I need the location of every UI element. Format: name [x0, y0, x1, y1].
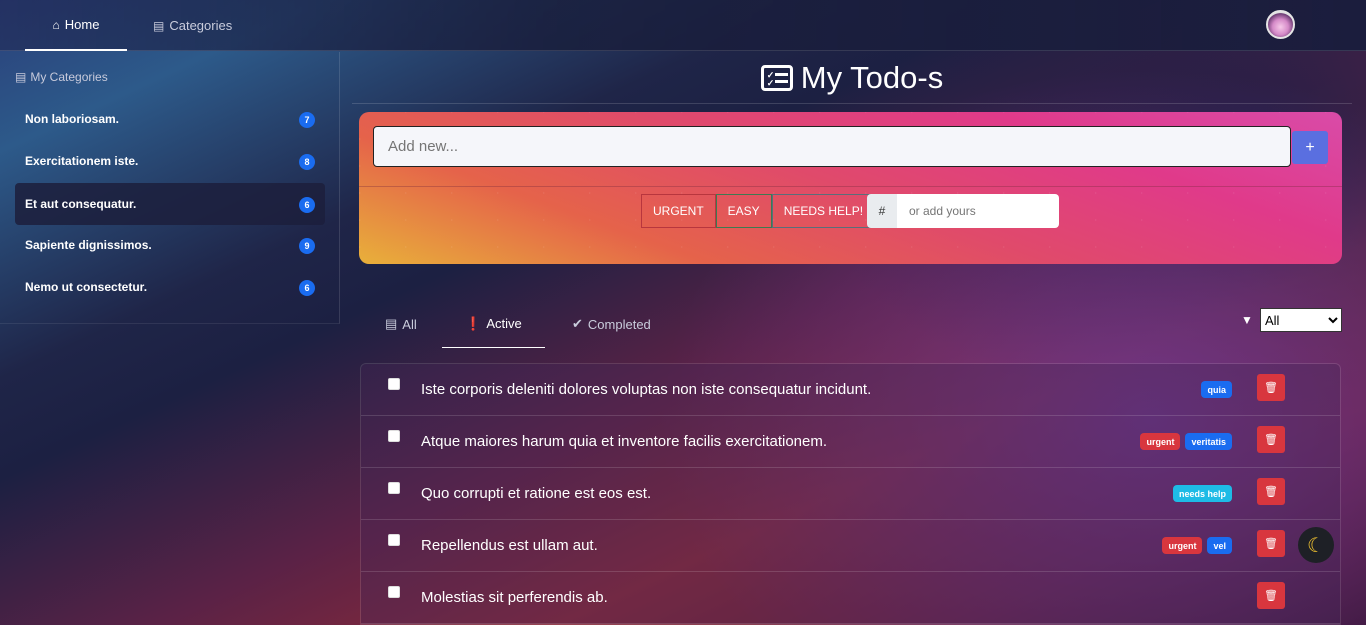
add-todo-input[interactable]: [373, 126, 1291, 167]
count-badge: 9: [299, 238, 315, 254]
count-badge: 8: [299, 154, 315, 170]
exclamation-circle-icon: ❗: [465, 315, 482, 331]
tag-badge: veritatis: [1185, 433, 1232, 450]
sidebar: ▤ My Categories Non laboriosam. 7 Exerci…: [0, 52, 340, 324]
tab-active[interactable]: ❗ Active: [442, 300, 545, 348]
sidebar-item-label: Sapiente dignissimos.: [25, 238, 152, 252]
sidebar-item-label: Exercitationem iste.: [25, 154, 139, 168]
filter-icon: ▼: [1241, 313, 1253, 327]
todo-tags: needs help: [1172, 485, 1232, 502]
tab-completed[interactable]: ✔ Completed: [572, 300, 651, 348]
tab-all[interactable]: ▤ All: [385, 300, 417, 348]
sidebar-item-category[interactable]: Non laboriosam. 7: [15, 98, 325, 140]
sidebar-item-category[interactable]: Sapiente dignissimos. 9: [15, 224, 325, 266]
todo-checkbox[interactable]: [388, 378, 400, 390]
todo-checkbox[interactable]: [388, 586, 400, 598]
nav-categories-label: Categories: [169, 18, 233, 33]
sidebar-item-category-active[interactable]: Et aut consequatur. 6: [15, 183, 325, 225]
todo-tags: urgent vel: [1162, 537, 1232, 554]
count-badge: 6: [299, 280, 315, 296]
todo-checkbox[interactable]: [388, 534, 400, 546]
trash-icon: 🗑: [1264, 538, 1278, 550]
checklist-icon: ✓ ✓: [760, 64, 793, 91]
delete-button[interactable]: 🗑: [1257, 426, 1285, 453]
sidebar-title: ▤ My Categories: [15, 70, 108, 84]
avatar[interactable]: [1266, 10, 1295, 39]
check-circle-icon: ✔: [572, 316, 583, 331]
list-icon: ▤: [15, 70, 27, 84]
todo-text: Atque maiores harum quia et inventore fa…: [421, 433, 828, 450]
todo-list: Iste corporis deleniti dolores voluptas …: [360, 363, 1341, 625]
todo-checkbox[interactable]: [388, 482, 400, 494]
trash-icon: 🗑: [1264, 590, 1278, 602]
todo-item: Molestias sit perferendis ab. 🗑: [361, 572, 1340, 624]
count-badge: 7: [299, 112, 315, 128]
tag-badge: urgent: [1162, 537, 1203, 554]
theme-toggle-button[interactable]: ☾: [1298, 527, 1334, 563]
todo-item: Repellendus est ullam aut. urgent vel 🗑: [361, 520, 1340, 572]
home-icon: ⌂: [52, 17, 60, 32]
delete-button[interactable]: 🗑: [1257, 478, 1285, 505]
todo-text: Molestias sit perferendis ab.: [421, 589, 608, 606]
todo-item: Quo corrupti et ratione est eos est. nee…: [361, 468, 1340, 520]
filter-select[interactable]: All: [1260, 308, 1342, 332]
add-todo-button[interactable]: +: [1292, 131, 1328, 164]
top-navbar: ⌂ Home ▤ Categories: [0, 0, 1366, 51]
sidebar-item-label: Et aut consequatur.: [25, 197, 137, 211]
trash-icon: 🗑: [1264, 434, 1278, 446]
tag-easy-button[interactable]: EASY: [715, 194, 772, 228]
tab-completed-label: Completed: [587, 316, 651, 332]
trash-icon: 🗑: [1264, 382, 1278, 394]
page-title-text: My Todo-s: [800, 59, 944, 95]
hash-prefix: #: [867, 194, 897, 228]
tab-all-label: All: [402, 316, 417, 332]
tag-badge: quia: [1201, 381, 1232, 398]
tag-urgent-button[interactable]: URGENT: [641, 194, 716, 228]
sidebar-title-label: My Categories: [30, 70, 108, 84]
tag-badge: needs help: [1172, 485, 1232, 502]
delete-button[interactable]: 🗑: [1257, 530, 1285, 557]
todo-text: Iste corporis deleniti dolores voluptas …: [421, 381, 872, 398]
delete-button[interactable]: 🗑: [1257, 374, 1285, 401]
tag-needs-help-button[interactable]: NEEDS HELP!: [771, 194, 876, 228]
todo-tags: urgent veritatis: [1140, 433, 1232, 450]
tag-button-group: URGENT EASY NEEDS HELP!: [641, 194, 876, 228]
todo-checkbox[interactable]: [388, 430, 400, 442]
sidebar-item-label: Non laboriosam.: [25, 112, 120, 126]
todo-item: Atque maiores harum quia et inventore fa…: [361, 416, 1340, 468]
nav-home-label: Home: [64, 17, 100, 32]
delete-button[interactable]: 🗑: [1257, 582, 1285, 609]
list-icon: ▤: [385, 316, 398, 331]
todo-tags: quia: [1201, 381, 1232, 398]
list-icon: ▤: [153, 18, 165, 33]
page-title: ✓ ✓ My Todo-s: [352, 52, 1352, 104]
tag-badge: vel: [1207, 537, 1232, 554]
tab-active-label: Active: [486, 316, 522, 331]
custom-tag-input[interactable]: [897, 194, 1059, 228]
nav-categories-link[interactable]: ▤ Categories: [153, 0, 232, 51]
moon-icon: ☾: [1307, 534, 1325, 557]
todo-text: Repellendus est ullam aut.: [421, 537, 598, 554]
sidebar-item-label: Nemo ut consectetur.: [25, 280, 148, 294]
todo-text: Quo corrupti et ratione est eos est.: [421, 485, 652, 502]
custom-tag-group: #: [867, 194, 1059, 228]
nav-home-link[interactable]: ⌂ Home: [25, 0, 127, 51]
todo-item: Iste corporis deleniti dolores voluptas …: [361, 364, 1340, 416]
tag-badge: urgent: [1140, 433, 1181, 450]
plus-icon: +: [1305, 138, 1315, 156]
add-todo-panel: + URGENT EASY NEEDS HELP! #: [359, 112, 1342, 264]
count-badge: 6: [299, 197, 315, 213]
trash-icon: 🗑: [1264, 486, 1278, 498]
sidebar-item-category[interactable]: Exercitationem iste. 8: [15, 140, 325, 182]
sidebar-item-category[interactable]: Nemo ut consectetur. 6: [15, 266, 325, 308]
